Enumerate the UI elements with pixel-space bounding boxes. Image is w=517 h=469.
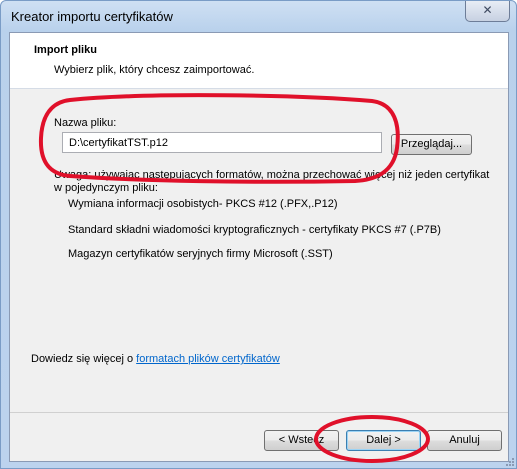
more-info-text: Dowiedz się więcej o formatach plików ce… xyxy=(31,353,280,365)
close-icon: ✕ xyxy=(482,3,493,17)
page-title: Import pliku xyxy=(34,44,97,56)
more-info-prefix: Dowiedz się więcej o xyxy=(31,353,137,365)
wizard-header: Import pliku Wybierz plik, który chcesz … xyxy=(10,33,508,89)
footer-separator xyxy=(10,412,508,413)
page-subtitle: Wybierz plik, który chcesz zaimportować. xyxy=(54,64,255,76)
certificate-formats-link[interactable]: formatach plików certyfikatów xyxy=(136,353,280,365)
format-item-pkcs12: Wymiana informacji osobistych- PKCS #12 … xyxy=(68,198,338,210)
format-item-pkcs7: Standard składni wiadomości kryptografic… xyxy=(68,224,441,236)
next-button[interactable]: Dalej > xyxy=(346,430,421,451)
file-name-label: Nazwa pliku: xyxy=(54,117,117,129)
note-line-1: Uwaga: używając następujących formatów, … xyxy=(54,169,490,181)
file-name-input[interactable] xyxy=(62,132,382,153)
wizard-page: Import pliku Wybierz plik, który chcesz … xyxy=(9,32,509,462)
close-button[interactable]: ✕ xyxy=(465,1,510,22)
wizard-window: Kreator importu certyfikatów ✕ Import pl… xyxy=(0,0,517,469)
title-bar[interactable]: Kreator importu certyfikatów ✕ xyxy=(1,1,516,33)
cancel-button[interactable]: Anuluj xyxy=(427,430,502,451)
format-item-sst: Magazyn certyfikatów seryjnych firmy Mic… xyxy=(68,248,333,260)
note-line-2: w pojedynczym pliku: xyxy=(54,182,158,194)
window-title: Kreator importu certyfikatów xyxy=(11,9,173,24)
resize-grip-icon[interactable] xyxy=(504,456,514,466)
browse-button[interactable]: Przeglądaj... xyxy=(391,134,472,155)
back-button[interactable]: < Wstecz xyxy=(264,430,339,451)
